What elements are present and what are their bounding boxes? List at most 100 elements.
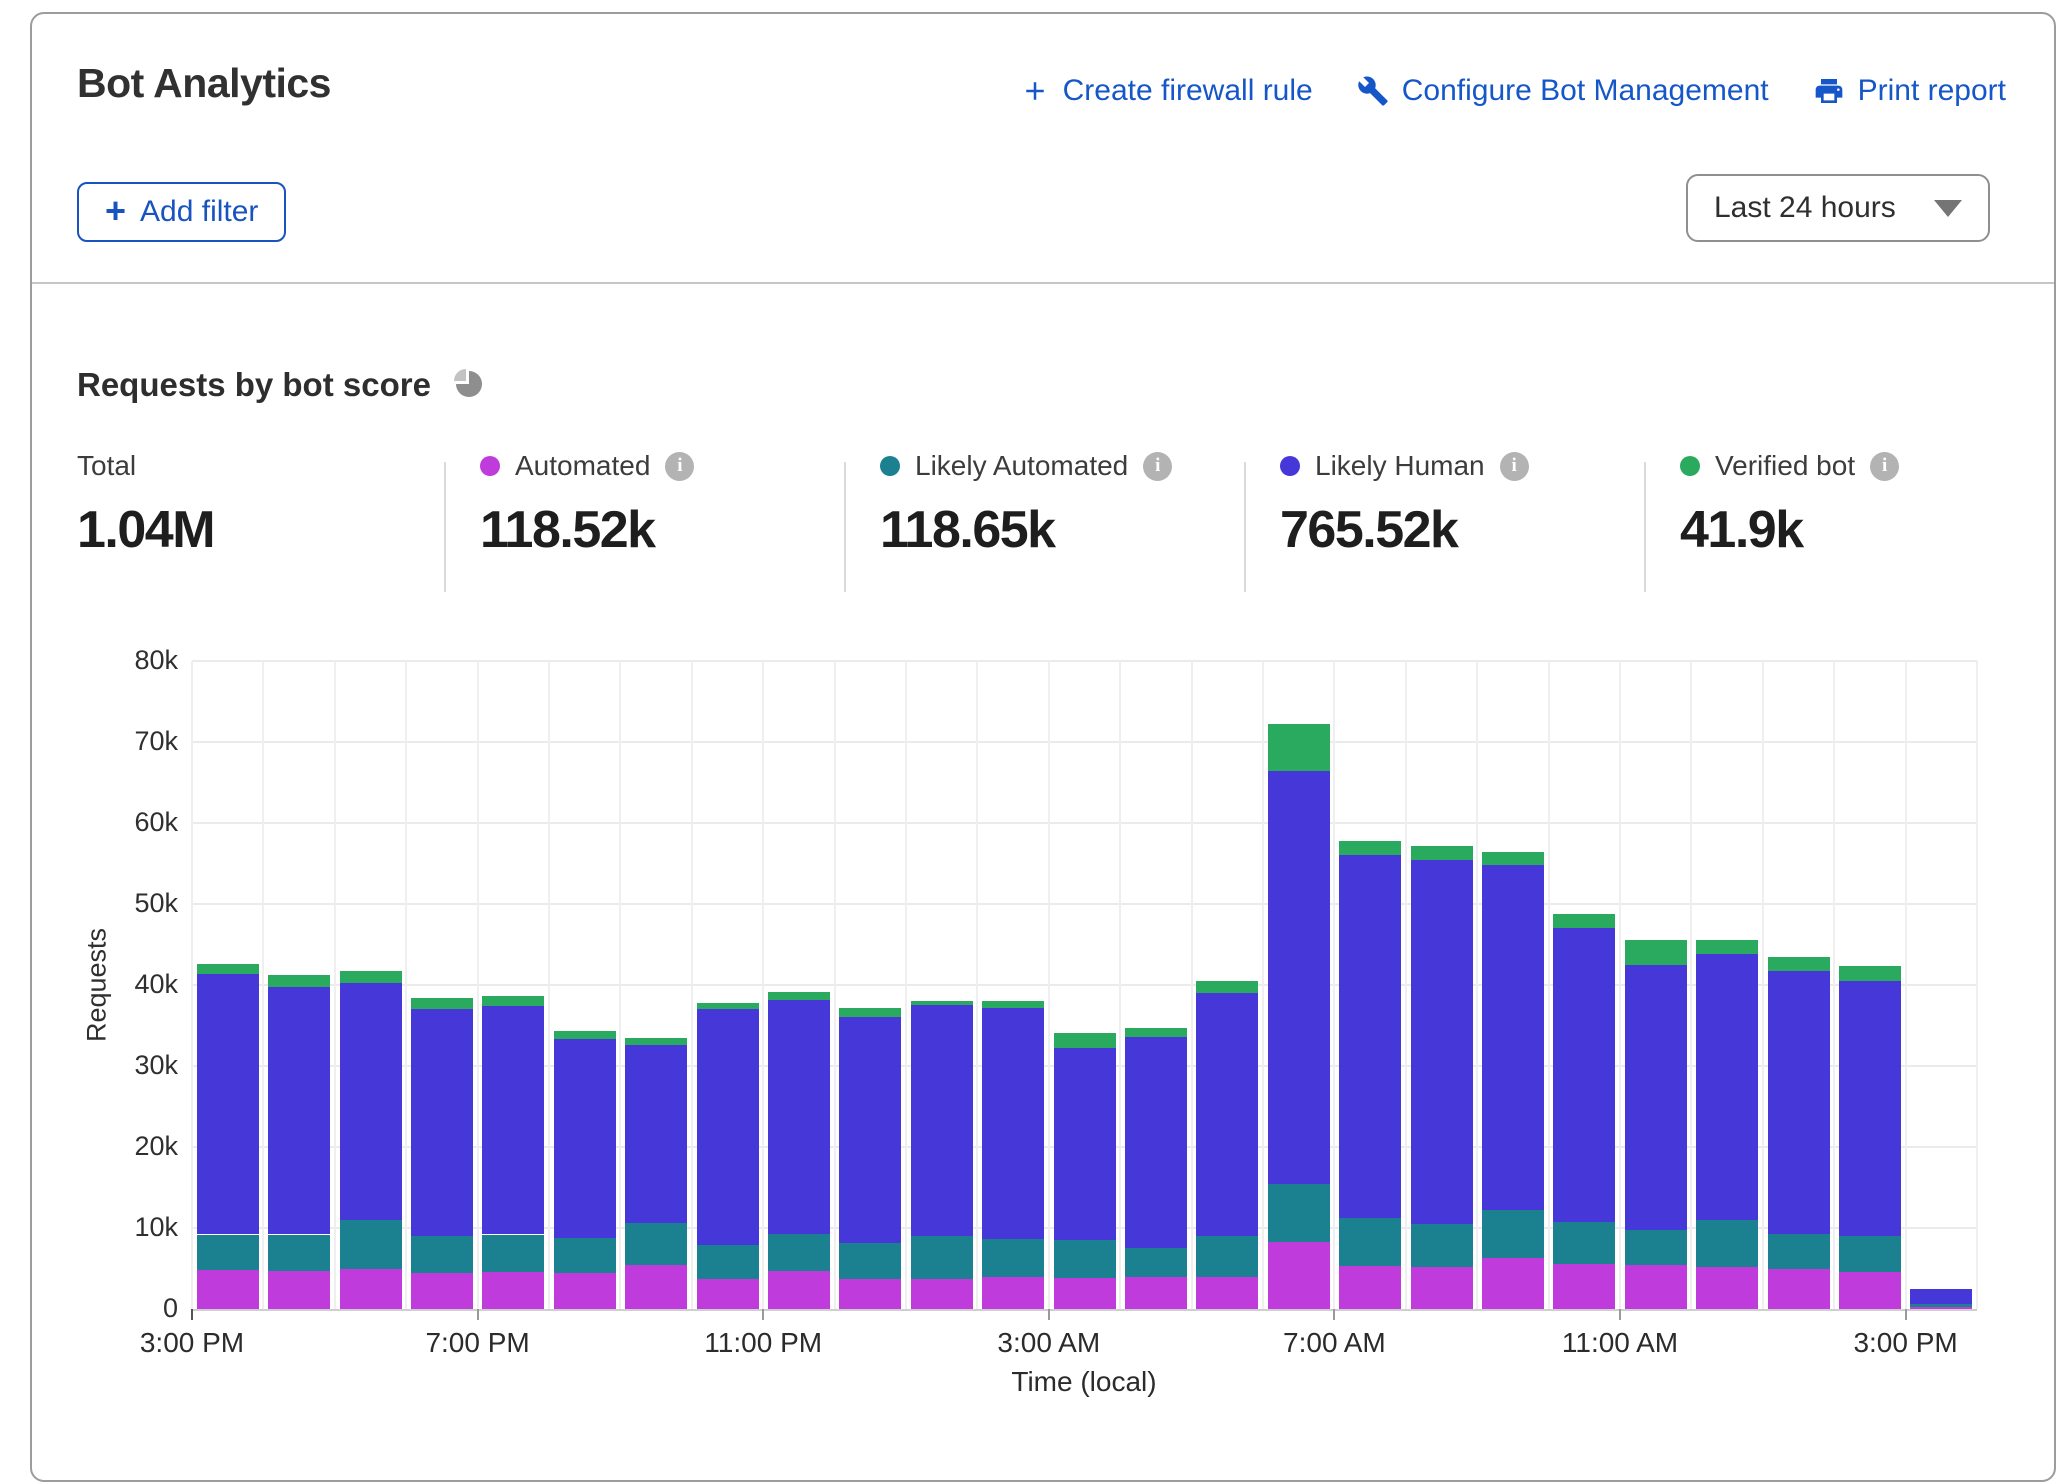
- stat-verified-bot-value: 41.9k: [1680, 500, 1899, 560]
- stat-automated-value: 118.52k: [480, 500, 694, 560]
- bar-segment-automated: [411, 1273, 473, 1309]
- divider: [444, 462, 446, 592]
- bar-segment-likely-human: [1339, 855, 1401, 1218]
- gridline-v: [976, 661, 978, 1309]
- pie-chart-icon[interactable]: [453, 368, 483, 403]
- gridline-v: [834, 661, 836, 1309]
- bar-segment-likely-human: [1839, 981, 1901, 1236]
- bar-23[interactable]: [1839, 966, 1901, 1309]
- bar-1[interactable]: [268, 975, 330, 1309]
- gridline-v: [191, 661, 193, 1309]
- bar-segment-likely-human: [340, 983, 402, 1220]
- y-tick-label: 20k: [32, 1131, 178, 1162]
- bar-segment-likely-human: [411, 1009, 473, 1236]
- bar-segment-likely-human: [1125, 1037, 1187, 1248]
- bar-7[interactable]: [697, 1003, 759, 1309]
- bar-10[interactable]: [911, 1001, 973, 1309]
- stat-likely-automated-value: 118.65k: [880, 500, 1172, 560]
- gridline-v: [1476, 661, 1478, 1309]
- gridline-v: [1976, 661, 1978, 1309]
- info-icon[interactable]: i: [1143, 452, 1172, 481]
- create-firewall-rule-link[interactable]: Create firewall rule: [1020, 74, 1313, 108]
- bar-segment-automated: [768, 1271, 830, 1309]
- bar-4[interactable]: [482, 996, 544, 1309]
- bar-segment-likely-human: [1411, 860, 1473, 1224]
- x-tick-mark: [762, 1309, 764, 1320]
- bar-segment-likely-automated: [1768, 1234, 1830, 1269]
- gridline-v: [1833, 661, 1835, 1309]
- bar-20[interactable]: [1625, 940, 1687, 1309]
- bar-11[interactable]: [982, 1001, 1044, 1309]
- page-title: Bot Analytics: [77, 60, 331, 107]
- divider: [844, 462, 846, 592]
- bar-21[interactable]: [1696, 940, 1758, 1309]
- gridline-v: [1619, 661, 1621, 1309]
- info-icon[interactable]: i: [1500, 452, 1529, 481]
- x-tick-label: 11:00 PM: [704, 1327, 822, 1359]
- bar-14[interactable]: [1196, 981, 1258, 1309]
- add-filter-button[interactable]: + Add filter: [77, 182, 286, 242]
- bar-segment-automated: [625, 1265, 687, 1309]
- bar-segment-verified-bot: [1696, 940, 1758, 955]
- verified-bot-dot: [1680, 456, 1700, 476]
- bar-13[interactable]: [1125, 1028, 1187, 1309]
- divider: [1644, 462, 1646, 592]
- bar-17[interactable]: [1411, 846, 1473, 1309]
- bar-6[interactable]: [625, 1038, 687, 1309]
- bar-5[interactable]: [554, 1031, 616, 1309]
- gridline-v: [905, 661, 907, 1309]
- y-tick-label: 0: [32, 1293, 178, 1324]
- bar-segment-likely-human: [625, 1045, 687, 1223]
- configure-bot-management-link[interactable]: Configure Bot Management: [1357, 74, 1769, 108]
- bar-segment-verified-bot: [1411, 846, 1473, 861]
- bar-22[interactable]: [1768, 957, 1830, 1309]
- bar-15[interactable]: [1268, 724, 1330, 1309]
- info-icon[interactable]: i: [665, 452, 694, 481]
- bar-0[interactable]: [197, 964, 259, 1309]
- bar-segment-likely-human: [1768, 971, 1830, 1233]
- automated-dot: [480, 456, 500, 476]
- bar-19[interactable]: [1553, 914, 1615, 1309]
- gridline-v: [334, 661, 336, 1309]
- bar-segment-verified-bot: [411, 998, 473, 1009]
- bar-segment-likely-human: [1196, 993, 1258, 1236]
- bar-3[interactable]: [411, 998, 473, 1309]
- stat-label: Likely Automated: [915, 450, 1128, 482]
- chevron-down-icon: [1934, 200, 1962, 217]
- x-tick-label: 7:00 AM: [1283, 1327, 1386, 1359]
- plus-icon: +: [105, 193, 126, 229]
- header-actions: Create firewall rule Configure Bot Manag…: [1020, 74, 2006, 108]
- bar-segment-likely-human: [697, 1009, 759, 1245]
- bar-segment-likely-human: [768, 1000, 830, 1234]
- bar-segment-likely-human: [1482, 865, 1544, 1210]
- stat-likely-human: Likely Human i 765.52k: [1280, 450, 1529, 560]
- bar-2[interactable]: [340, 971, 402, 1309]
- x-tick-label: 3:00 AM: [997, 1327, 1100, 1359]
- filter-header: Bot Analytics Create firewall rule Confi…: [32, 14, 2054, 284]
- bar-24[interactable]: [1910, 1289, 1972, 1309]
- bar-8[interactable]: [768, 992, 830, 1309]
- print-report-link[interactable]: Print report: [1813, 74, 2006, 108]
- bar-segment-verified-bot: [1839, 966, 1901, 981]
- gridline-h: [192, 822, 1977, 824]
- stat-automated: Automated i 118.52k: [480, 450, 694, 560]
- bar-segment-likely-human: [1268, 771, 1330, 1184]
- x-tick-mark: [1048, 1309, 1050, 1320]
- bar-18[interactable]: [1482, 852, 1544, 1309]
- bar-16[interactable]: [1339, 841, 1401, 1309]
- gridline-v: [1333, 661, 1335, 1309]
- bar-9[interactable]: [839, 1008, 901, 1309]
- bar-segment-likely-automated: [1339, 1218, 1401, 1266]
- stat-label: Likely Human: [1315, 450, 1485, 482]
- bar-segment-automated: [839, 1279, 901, 1309]
- info-icon[interactable]: i: [1870, 452, 1899, 481]
- gridline-v: [1405, 661, 1407, 1309]
- bar-12[interactable]: [1054, 1033, 1116, 1309]
- bar-segment-verified-bot: [982, 1001, 1044, 1007]
- gridline-v: [1762, 661, 1764, 1309]
- time-range-select[interactable]: Last 24 hours: [1686, 174, 1990, 242]
- bar-segment-automated: [1339, 1266, 1401, 1309]
- action-link-label: Create firewall rule: [1063, 74, 1313, 108]
- bar-segment-automated: [1411, 1267, 1473, 1309]
- x-tick-label: 11:00 AM: [1562, 1327, 1678, 1359]
